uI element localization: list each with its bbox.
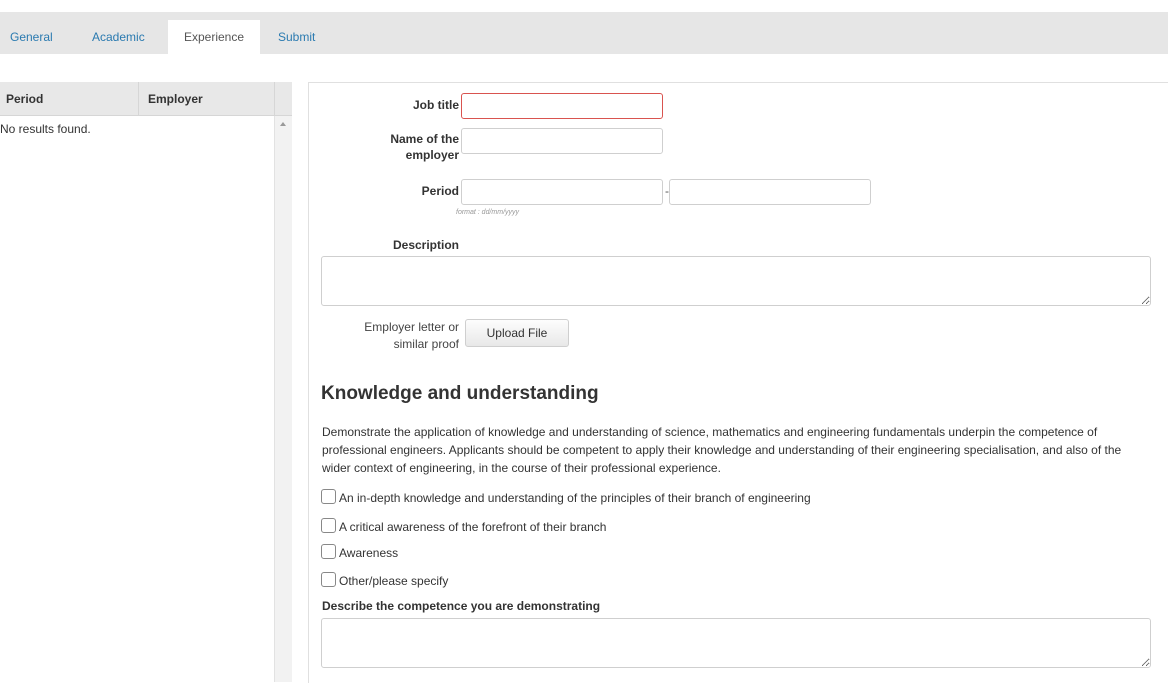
employer-label: Name of the employer <box>349 131 459 163</box>
empty-results-text: No results found. <box>0 122 91 136</box>
section-description: Demonstrate the application of knowledge… <box>322 425 1122 475</box>
upload-file-button[interactable]: Upload File <box>465 319 569 347</box>
employer-name-input[interactable] <box>461 128 663 154</box>
list-scrollbar[interactable] <box>274 116 292 682</box>
scroll-up-icon[interactable] <box>280 122 286 126</box>
tab-general[interactable]: General <box>0 20 63 54</box>
checkbox-label[interactable]: An in-depth knowledge and understanding … <box>339 489 811 507</box>
checkbox[interactable] <box>321 489 336 504</box>
experience-form: Job title Name of the employer Period - … <box>308 82 1168 683</box>
column-divider <box>274 82 275 115</box>
job-title-label: Job title <box>412 98 459 112</box>
section-title: Knowledge and understanding <box>321 383 599 404</box>
description-label: Description <box>392 238 459 252</box>
checkbox[interactable] <box>321 572 336 587</box>
competence-textarea[interactable] <box>321 618 1151 668</box>
date-format-hint: format : dd/mm/yyyy <box>456 209 520 216</box>
tab-experience[interactable]: Experience <box>168 20 260 54</box>
describe-competence-label: Describe the competence you are demonstr… <box>322 599 601 613</box>
checkbox[interactable] <box>321 518 336 533</box>
checkbox-label[interactable]: Awareness <box>339 544 398 562</box>
employer-label-line1: Name of the <box>390 132 459 146</box>
tab-bar: General Academic Experience Submit <box>0 12 1168 54</box>
table-header: Period Employer <box>0 82 292 116</box>
checkbox-label[interactable]: Other/please specify <box>339 572 448 590</box>
period-start-input[interactable] <box>461 179 663 205</box>
upload-label-line1: Employer letter or <box>364 320 459 334</box>
tab-submit[interactable]: Submit <box>268 20 325 54</box>
period-label: Period <box>421 184 459 198</box>
checkbox-label[interactable]: A critical awareness of the forefront of… <box>339 518 606 536</box>
employer-label-line2: employer <box>405 148 459 162</box>
description-textarea[interactable] <box>321 256 1151 306</box>
job-title-input[interactable] <box>461 93 663 119</box>
tab-academic[interactable]: Academic <box>82 20 155 54</box>
column-header-period[interactable]: Period <box>6 92 43 106</box>
period-end-input[interactable] <box>669 179 871 205</box>
experience-list-panel: Period Employer No results found. <box>0 82 292 682</box>
column-header-employer[interactable]: Employer <box>148 92 203 106</box>
column-divider <box>138 82 139 115</box>
upload-label-line2: similar proof <box>393 337 459 351</box>
upload-proof-label: Employer letter or similar proof <box>339 319 459 353</box>
checkbox[interactable] <box>321 544 336 559</box>
